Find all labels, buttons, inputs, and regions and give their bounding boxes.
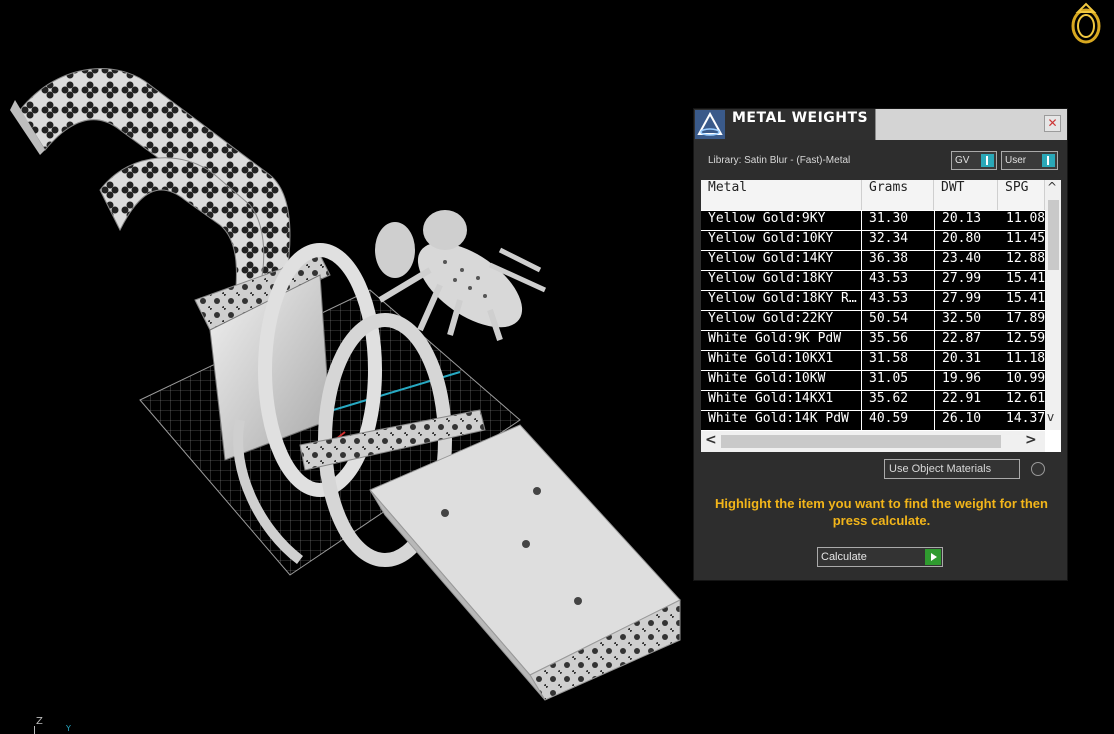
hint-text: Highlight the item you want to find the … [715,496,1048,528]
cell-metal: Yellow Gold:14KY [701,251,861,270]
cell-dwt: 27.99 [935,291,999,310]
cell-spg: 11.18 [999,351,1045,370]
scroll-up-icon[interactable]: ^ [1047,180,1057,194]
lattice-band-model [10,68,291,301]
cell-grams: 31.58 [862,351,934,370]
table-row[interactable]: Yellow Gold:22KY 50.54 32.50 17.89 [701,311,1045,330]
table-row[interactable]: White Gold:9K PdW 35.56 22.87 12.59 [701,331,1045,350]
close-icon[interactable]: ✕ [1044,115,1061,132]
table-row[interactable]: White Gold:10KW 31.05 19.96 10.99 [701,371,1045,390]
cell-metal: Yellow Gold:18KY [701,271,861,290]
horizontal-scrollbar[interactable]: < > [701,431,1045,452]
cell-metal: White Gold:14K PdW [701,411,861,430]
cell-dwt: 20.80 [935,231,999,250]
play-icon [925,549,941,565]
cell-grams: 43.53 [862,291,934,310]
cell-spg: 11.08 [999,211,1045,230]
scroll-left-icon[interactable]: < [705,432,717,448]
cell-grams: 40.59 [862,411,934,430]
cell-spg: 11.45 [999,231,1045,250]
toggle-knob-icon [1042,154,1055,167]
cell-grams: 31.30 [862,211,934,230]
column-header-dwt[interactable]: DWT [934,180,998,210]
cell-metal: White Gold:10KX1 [701,351,861,370]
cell-metal: Yellow Gold:18KY R… [701,291,861,310]
cell-dwt: 22.91 [935,391,999,410]
table-row[interactable]: Yellow Gold:18KY R… 43.53 27.99 15.41 [701,291,1045,310]
cell-spg: 12.88 [999,251,1045,270]
vertical-scrollbar[interactable]: ^ v [1045,180,1061,430]
toggle-knob-icon [981,154,994,167]
metal-weights-logo-icon [695,110,725,139]
cell-metal: Yellow Gold:10KY [701,231,861,250]
table-row[interactable]: White Gold:10KX1 31.58 20.31 11.18 [701,351,1045,370]
horizontal-scroll-thumb[interactable] [721,435,1001,448]
panel-title: METAL WEIGHTS [732,110,869,126]
library-label: Library: Satin Blur - (Fast)-Metal [708,155,851,166]
gv-toggle[interactable]: GV [951,151,997,170]
use-object-materials-checkbox[interactable]: Use Object Materials [884,459,1020,479]
column-header-grams[interactable]: Grams [862,180,934,210]
cell-metal: White Gold:14KX1 [701,391,861,410]
panel-title-tab[interactable]: METAL WEIGHTS [694,109,876,140]
cell-grams: 35.56 [862,331,934,350]
user-toggle-label: User [1005,155,1027,166]
cell-spg: 10.99 [999,371,1045,390]
table-row[interactable]: Yellow Gold:18KY 43.53 27.99 15.41 [701,271,1045,290]
cell-spg: 15.41 [999,291,1045,310]
axis-gizmo: Z Y [30,716,80,734]
table-header: Metal Grams DWT SPG [701,180,1045,210]
table-row[interactable]: Yellow Gold:14KY 36.38 23.40 12.88 [701,251,1045,270]
calculate-button[interactable]: Calculate [817,547,943,567]
cell-grams: 31.05 [862,371,934,390]
cell-dwt: 32.50 [935,311,999,330]
cell-spg: 17.89 [999,311,1045,330]
column-header-metal[interactable]: Metal [701,180,862,210]
cell-spg: 15.41 [999,271,1045,290]
table-row[interactable]: Yellow Gold:9KY 31.30 20.13 11.08 [701,211,1045,230]
cell-grams: 32.34 [862,231,934,250]
cell-metal: White Gold:10KW [701,371,861,390]
calculate-label: Calculate [821,551,867,563]
cell-dwt: 22.87 [935,331,999,350]
cell-metal: Yellow Gold:9KY [701,211,861,230]
cell-grams: 35.62 [862,391,934,410]
cell-grams: 43.53 [862,271,934,290]
axis-y-label: Y [66,724,71,733]
cell-grams: 36.38 [862,251,934,270]
ring-icon[interactable] [1066,0,1106,46]
cell-grams: 50.54 [862,311,934,330]
cell-metal: White Gold:9K PdW [701,331,861,350]
use-object-materials-radio[interactable] [1031,462,1045,476]
cell-dwt: 26.10 [935,411,999,430]
scroll-right-icon[interactable]: > [1025,432,1037,448]
cell-spg: 12.61 [999,391,1045,410]
cell-dwt: 23.40 [935,251,999,270]
cell-dwt: 20.13 [935,211,999,230]
axis-z-label: Z [36,716,43,727]
column-header-spg[interactable]: SPG [998,180,1045,210]
table-body: Yellow Gold:9KY 31.30 20.13 11.08 Yellow Gol… [701,211,1045,430]
cell-spg: 12.59 [999,331,1045,350]
user-toggle[interactable]: User [1001,151,1058,170]
scroll-down-icon[interactable]: v [1047,410,1054,424]
table-row[interactable]: Yellow Gold:10KY 32.34 20.80 11.45 [701,231,1045,250]
cell-spg: 14.37 [999,411,1045,430]
table-row[interactable]: White Gold:14KX1 35.62 22.91 12.61 [701,391,1045,410]
cell-dwt: 20.31 [935,351,999,370]
metal-weights-panel: METAL WEIGHTS ✕ Library: Satin Blur - (F… [693,108,1068,581]
cell-dwt: 19.96 [935,371,999,390]
table-row[interactable]: White Gold:14K PdW 40.59 26.10 14.37 [701,411,1045,430]
vertical-scroll-thumb[interactable] [1048,200,1059,270]
cell-dwt: 27.99 [935,271,999,290]
cell-metal: Yellow Gold:22KY [701,311,861,330]
metal-table[interactable]: Metal Grams DWT SPG Yellow Gold:9KY 31.30… [701,180,1061,452]
gv-toggle-label: GV [955,155,970,166]
panel-titlebar[interactable]: METAL WEIGHTS ✕ [694,109,1067,140]
